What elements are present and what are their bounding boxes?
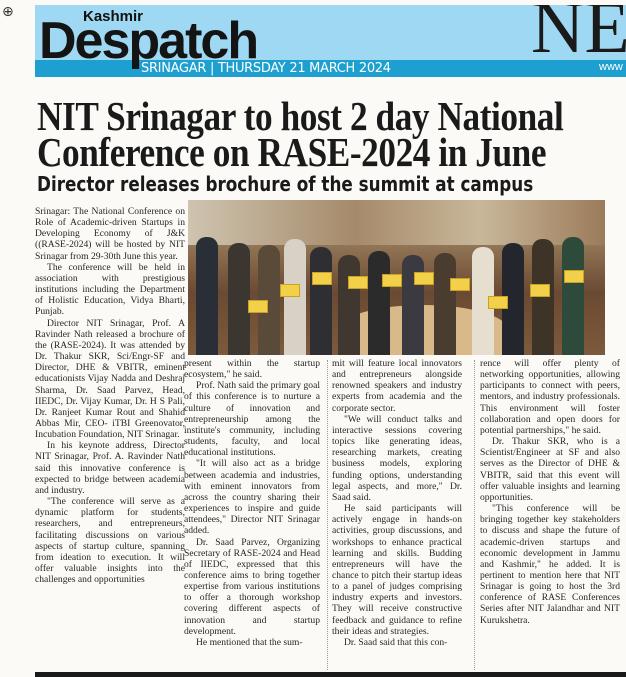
person bbox=[434, 253, 456, 355]
dateline: SRINAGAR | THURSDAY 21 MARCH 2024 bbox=[141, 61, 391, 76]
person bbox=[368, 251, 390, 355]
subheadline: Director releases brochure of the summit… bbox=[37, 172, 534, 196]
person bbox=[228, 243, 250, 355]
paragraph: "This conference will be bringing togeth… bbox=[480, 503, 620, 626]
person bbox=[532, 239, 554, 355]
paragraph: Prof. Nath said the primary goal of this… bbox=[184, 380, 320, 459]
paragraph: present within the startup ecosystem," h… bbox=[184, 358, 320, 381]
paragraph: Dr. Thakur SKR, who is a Scientist/Engin… bbox=[480, 436, 620, 503]
brochure bbox=[312, 272, 332, 285]
headline-line-2: Conference on RASE-2024 in June bbox=[37, 129, 547, 175]
paragraph: The conference will be held in associati… bbox=[35, 261, 185, 318]
column-divider bbox=[327, 360, 328, 670]
person bbox=[402, 255, 424, 355]
section-title-partial: NE bbox=[531, 5, 626, 69]
brand-logo-small: Kashmir bbox=[83, 8, 144, 25]
article-column-2: present within the startup ecosystem," h… bbox=[184, 358, 320, 648]
url-partial: www bbox=[599, 61, 623, 73]
paragraph: Srinagar: The National Conference on Rol… bbox=[35, 206, 185, 262]
paragraph: "It will also act as a bridge between ac… bbox=[184, 458, 320, 537]
brochure bbox=[450, 278, 470, 291]
paragraph: He mentioned that the sum- bbox=[196, 636, 303, 648]
brochure bbox=[414, 272, 434, 285]
paragraph: "The conference will serve as a dynamic … bbox=[35, 496, 185, 586]
brochure bbox=[564, 270, 584, 283]
person bbox=[338, 255, 360, 355]
masthead: Despatch Kashmir SRINAGAR | THURSDAY 21 … bbox=[35, 5, 626, 77]
bottom-bar bbox=[35, 672, 626, 677]
article-column-1: Srinagar: The National Conference on Rol… bbox=[35, 206, 185, 585]
brochure bbox=[248, 300, 268, 313]
article-column-3: mit will feature local innovators and en… bbox=[332, 358, 462, 648]
person bbox=[562, 237, 584, 355]
paragraph: Dr. Saad Parvez, Organizing Secretary of… bbox=[184, 536, 320, 637]
paragraph: He said participants will actively engag… bbox=[332, 503, 462, 637]
person bbox=[310, 247, 332, 355]
headline: NIT Srinagar to host 2 day National Conf… bbox=[37, 96, 605, 173]
person bbox=[196, 237, 218, 355]
article-photo bbox=[188, 200, 605, 355]
paragraph: "We will conduct talks and interactive s… bbox=[332, 413, 462, 503]
article-column-4: rence will offer plenty of networking op… bbox=[480, 358, 620, 626]
brochure bbox=[382, 274, 402, 287]
brochure bbox=[530, 284, 550, 297]
brochure bbox=[488, 296, 508, 309]
registration-mark-icon: ⊕ bbox=[2, 4, 14, 20]
paragraph: Dr. Saad said that this con- bbox=[344, 636, 448, 648]
paragraph: Director NIT Srinagar, Prof. A Ravinder … bbox=[35, 317, 185, 441]
column-divider bbox=[474, 360, 475, 670]
person bbox=[284, 239, 306, 355]
brochure bbox=[348, 276, 368, 289]
paragraph: rence will offer plenty of networking op… bbox=[480, 358, 620, 436]
paragraph: mit will feature local innovators and en… bbox=[332, 358, 462, 414]
brochure bbox=[280, 284, 300, 297]
paragraph: In his keynote address, Director NIT Sri… bbox=[35, 440, 185, 496]
